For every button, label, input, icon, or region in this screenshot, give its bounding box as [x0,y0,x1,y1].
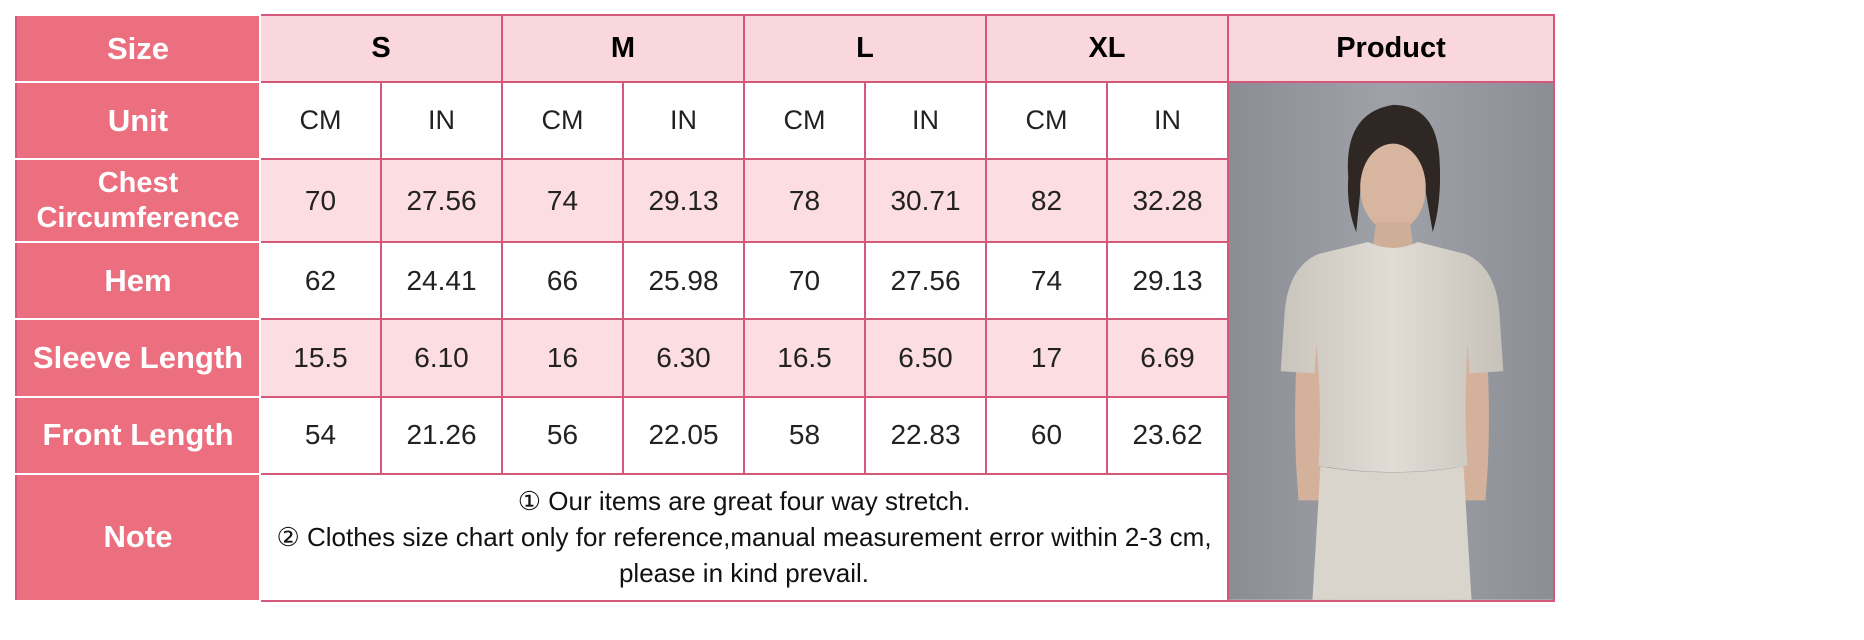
note-line: please in kind prevail. [618,558,870,589]
value-cell: 6.30 [622,318,745,398]
value-cell: 82 [985,158,1108,244]
row-label-chest: Chest Circumference [15,158,261,244]
value-cell: 56 [501,395,624,475]
product-photo [1229,83,1553,600]
value-cell: 25.98 [622,241,745,321]
value-cell: 60 [985,395,1108,475]
value-cell: 16.5 [743,318,866,398]
size-label: Size [15,14,261,83]
unit-row: Unit CM IN CM IN CM IN CM IN [15,80,1555,602]
value-cell: 74 [985,241,1108,321]
value-cell: 23.62 [1106,395,1229,475]
value-cell: 70 [743,241,866,321]
value-cell: 70 [259,158,382,244]
note-line: ② Clothes size chart only for reference,… [276,522,1212,553]
value-cell: 66 [501,241,624,321]
value-cell: 15.5 [259,318,382,398]
value-cell: 54 [259,395,382,475]
row-label-sleeve-length: Sleeve Length [15,318,261,398]
note-label: Note [15,472,261,602]
value-cell: 6.69 [1106,318,1229,398]
row-label-hem: Hem [15,241,261,321]
size-header-m: M [501,14,745,83]
value-cell: 62 [259,241,382,321]
size-header-l: L [743,14,987,83]
value-cell: 22.83 [864,395,987,475]
row-label-front-length: Front Length [15,395,261,475]
value-cell: 16 [501,318,624,398]
value-cell: 27.56 [380,158,503,244]
value-cell: 17 [985,318,1108,398]
unit-cell: CM [259,80,382,161]
note-text: ① Our items are great four way stretch. … [259,472,1229,602]
value-cell: 30.71 [864,158,987,244]
size-header-xl: XL [985,14,1229,83]
value-cell: 74 [501,158,624,244]
value-cell: 78 [743,158,866,244]
size-chart-table: Size S M L XL Product Unit CM IN CM IN C… [15,14,1555,602]
unit-cell: IN [622,80,745,161]
unit-cell: IN [380,80,503,161]
size-header-row: Size S M L XL Product [15,14,1555,83]
value-cell: 29.13 [1106,241,1229,321]
unit-cell: IN [864,80,987,161]
value-cell: 6.10 [380,318,503,398]
product-header: Product [1227,14,1555,83]
note-line: ① Our items are great four way stretch. [517,486,971,517]
unit-cell: CM [501,80,624,161]
value-cell: 22.05 [622,395,745,475]
unit-cell: CM [743,80,866,161]
product-photo-cell [1227,81,1555,602]
value-cell: 21.26 [380,395,503,475]
model-face [1360,143,1426,232]
value-cell: 29.13 [622,158,745,244]
unit-cell: IN [1106,80,1229,161]
value-cell: 27.56 [864,241,987,321]
value-cell: 24.41 [380,241,503,321]
model-pants [1312,466,1472,600]
unit-label: Unit [15,80,261,161]
value-cell: 58 [743,395,866,475]
unit-cell: CM [985,80,1108,161]
value-cell: 32.28 [1106,158,1229,244]
value-cell: 6.50 [864,318,987,398]
size-header-s: S [259,14,503,83]
